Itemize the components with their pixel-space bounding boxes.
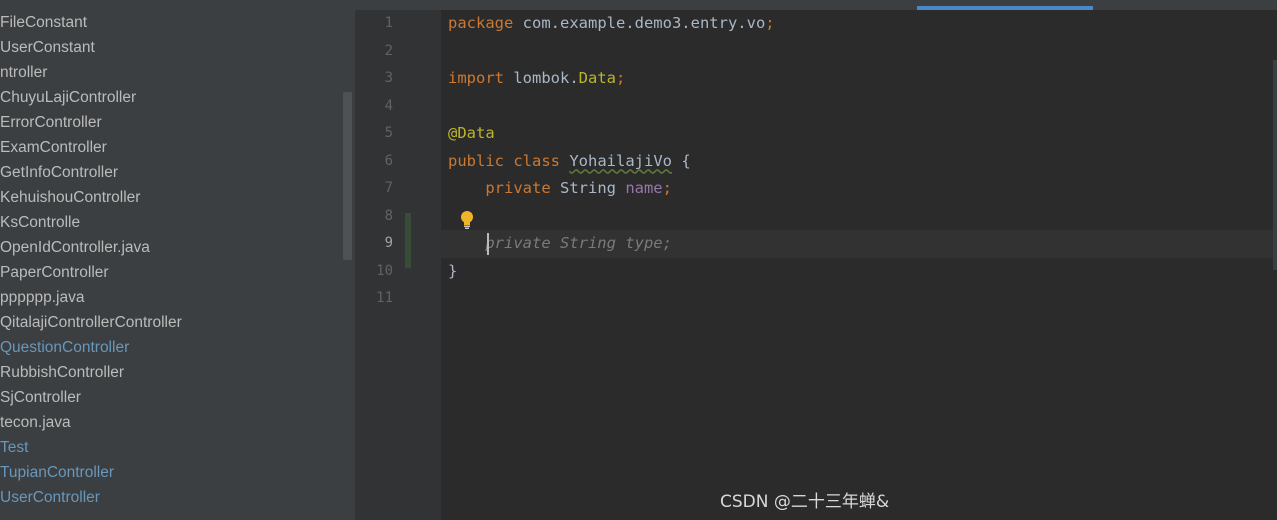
tree-item[interactable]: PaperController xyxy=(0,260,340,285)
tree-item[interactable]: ChuyuLajiController xyxy=(0,85,340,110)
lightbulb-icon[interactable] xyxy=(459,210,475,230)
code-line-6: public class YohailajiVo { xyxy=(448,148,691,176)
tree-item[interactable]: FileConstant xyxy=(0,10,340,35)
line-number: 2 xyxy=(384,42,393,59)
keyword: import xyxy=(448,69,504,87)
line-number: 3 xyxy=(384,70,393,86)
editor-tab-bar[interactable] xyxy=(355,0,1277,10)
line-number: 6 xyxy=(384,152,393,169)
keyword: private xyxy=(485,179,551,197)
line-number: 5 xyxy=(384,125,393,141)
tree-item[interactable]: ErrorController xyxy=(0,110,340,135)
tree-item[interactable]: SjController xyxy=(0,385,340,410)
code-line-1: package com.example.demo3.entry.vo; xyxy=(448,10,775,38)
text-caret xyxy=(487,233,489,255)
line-number: 1 xyxy=(384,15,393,31)
import-class: Data xyxy=(578,69,616,87)
semicolon: ; xyxy=(662,179,672,197)
code-area[interactable]: package com.example.demo3.entry.vo; impo… xyxy=(441,10,1277,520)
line-number: 8 xyxy=(384,207,393,224)
tree-item[interactable]: QitalajiControllerController xyxy=(0,310,340,335)
line-number: 7 xyxy=(384,180,393,196)
tree-item[interactable]: KehuishouController xyxy=(0,185,340,210)
code-editor[interactable]: 1 2 3 4 5 6 7 8 9 10 11 package com.example.demo3.… xyxy=(355,0,1277,520)
line-number-gutter: 1 2 3 4 5 6 7 8 9 10 11 xyxy=(355,10,441,520)
brace: { xyxy=(671,151,691,170)
semicolon: ; xyxy=(615,69,626,87)
annotation: @Data xyxy=(448,124,495,142)
closing-brace: } xyxy=(448,261,458,280)
tree-item[interactable]: UserConstant xyxy=(0,35,340,60)
keyword: public class xyxy=(448,151,560,170)
tree-item[interactable]: TupianController xyxy=(0,460,340,485)
tree-item[interactable]: OpenIdController.java xyxy=(0,235,340,260)
tree-item[interactable]: Test xyxy=(0,435,340,460)
line-number: 9 xyxy=(384,235,393,251)
tree-item[interactable]: ntroller xyxy=(0,60,340,85)
tree-item[interactable]: UserController xyxy=(0,485,340,510)
line-number: 4 xyxy=(384,97,393,114)
line-number: 11 xyxy=(376,290,393,306)
tree-item[interactable]: tecon.java xyxy=(0,410,340,435)
tree-item[interactable]: GetInfoController xyxy=(0,160,340,185)
import-path: lombok. xyxy=(504,69,579,87)
code-line-10: } xyxy=(448,258,457,286)
code-line-9: private String type; xyxy=(448,230,672,258)
project-tree-panel: FileConstant UserConstant ntroller ChuyuLaj… xyxy=(0,0,355,520)
code-line-5: @Data xyxy=(448,120,495,148)
inline-completion-hint: private String type; xyxy=(485,234,672,252)
tree-item[interactable]: pppppp.java xyxy=(0,285,340,310)
sidebar-scrollbar[interactable] xyxy=(343,92,352,260)
watermark: CSDN @二十三年蝉& xyxy=(720,492,890,512)
project-tree-list: FileConstant UserConstant ntroller ChuyuLaj… xyxy=(0,10,340,510)
editor-scrollbar[interactable] xyxy=(1273,60,1277,270)
tree-item[interactable]: QuestionController xyxy=(0,335,340,360)
tree-item[interactable]: KsControlle xyxy=(0,210,340,235)
package-name: com.example.demo3.entry.vo xyxy=(513,14,766,32)
class-name: YohailajiVo xyxy=(569,151,672,170)
vcs-change-marker xyxy=(405,213,411,268)
field-name: name xyxy=(625,179,663,197)
code-line-3: import lombok.Data; xyxy=(448,65,625,93)
keyword: package xyxy=(448,14,514,32)
type-name: String xyxy=(550,179,626,197)
line-number: 10 xyxy=(376,262,393,279)
tree-item[interactable]: ExamController xyxy=(0,135,340,160)
code-line-7: private String name; xyxy=(448,175,672,203)
tree-item[interactable]: RubbishController xyxy=(0,360,340,385)
semicolon: ; xyxy=(765,14,775,32)
